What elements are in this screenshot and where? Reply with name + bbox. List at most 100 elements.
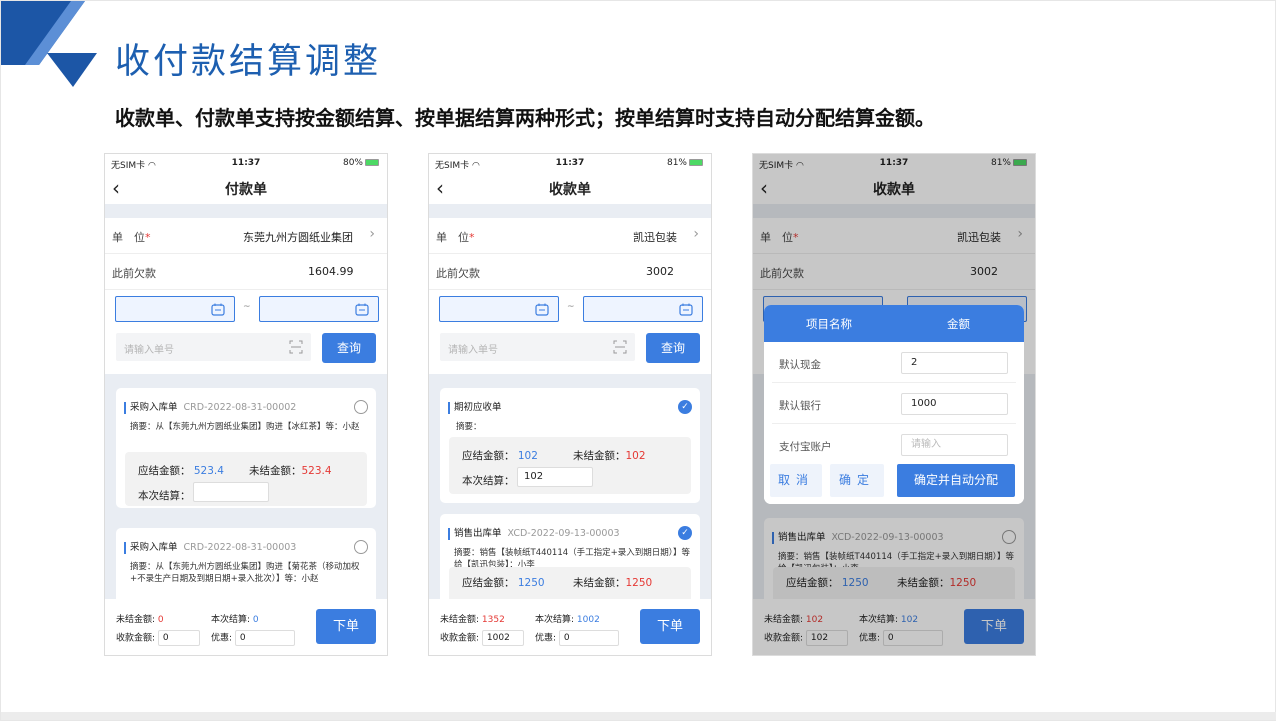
- phone-receipt-dialog: 无SIM卡 ◠ 11:37 81% ‹ 收款单 单 位* 凯迅包装 › 此前欠款…: [752, 153, 1036, 656]
- doc-header: 采购入库单 CRD-2022-08-31-00003: [124, 542, 296, 554]
- search-placeholder: 请输入单号: [124, 345, 174, 356]
- footer-recv: 收款金额: 0: [116, 630, 200, 646]
- footer-bar: 未结金额: 0 本次结算: 0 收款金额: 0 优惠: 0 下单: [105, 599, 387, 655]
- cancel-button[interactable]: 取消: [770, 464, 822, 497]
- scan-icon: [289, 340, 303, 354]
- this-settle-input[interactable]: [193, 482, 269, 502]
- due-amount: 应结金额： 102: [462, 450, 538, 462]
- document-list: 期初应收单 ✓ 摘要： 应结金额： 102 未结金额：102 本次结算： 102…: [429, 374, 711, 599]
- receive-amount-input[interactable]: 0: [157, 630, 200, 646]
- this-settle-input[interactable]: 102: [517, 467, 593, 487]
- calendar-icon: [355, 303, 369, 316]
- document-list: 采购入库单 CRD-2022-08-31-00002 摘要：从【东莞九州方圆纸业集…: [105, 374, 387, 599]
- this-settle-label: 本次结算：: [138, 490, 191, 502]
- divider: [429, 204, 711, 218]
- calendar-icon: [211, 303, 225, 316]
- debt-value: 3002: [646, 265, 674, 278]
- footer-disc: 优惠: 0: [535, 630, 619, 646]
- query-button[interactable]: 查询: [646, 333, 700, 363]
- chevron-right-icon: ›: [369, 226, 375, 242]
- open-amount: 未结金额：523.4: [249, 465, 332, 477]
- unit-value: 凯迅包装: [633, 231, 677, 244]
- checked-icon[interactable]: ✓: [678, 400, 692, 414]
- divider: [105, 204, 387, 218]
- unit-label: 单 位*: [436, 231, 475, 244]
- col-item-name: 项目名称: [806, 317, 852, 331]
- list-item[interactable]: 采购入库单 CRD-2022-08-31-00002 摘要：从【东莞九州方圆纸业集…: [116, 388, 376, 508]
- doc-summary: 摘要：从【东莞九州方圆纸业集团】购进【冰红茶】等：小赵: [130, 422, 360, 432]
- allocation-dialog: 项目名称 金额 默认现金 2 默认银行 1000 支付宝账户 请输入 取消 确定…: [764, 305, 1024, 504]
- select-radio[interactable]: [354, 400, 368, 414]
- discount-input[interactable]: 0: [234, 630, 295, 646]
- discount-input[interactable]: 0: [558, 630, 619, 646]
- doc-header: 采购入库单 CRD-2022-08-31-00002: [124, 402, 296, 414]
- start-date-input[interactable]: [439, 296, 559, 322]
- select-radio[interactable]: [354, 540, 368, 554]
- footer-open: 未结金额: 0: [116, 615, 164, 625]
- amount-box: 应结金额： 523.4 未结金额：523.4 本次结算：: [125, 452, 367, 506]
- page-title: 收款单: [549, 182, 591, 198]
- calendar-icon: [535, 303, 549, 316]
- footer-recv: 收款金额: 1002: [440, 630, 524, 646]
- end-date-input[interactable]: [583, 296, 703, 322]
- navbar: ‹ 付款单: [105, 172, 387, 204]
- calendar-icon: [679, 303, 693, 316]
- search-input[interactable]: 请输入单号: [116, 333, 311, 361]
- end-date-input[interactable]: [259, 296, 379, 322]
- slide-title: 收付款结算调整: [115, 42, 382, 82]
- unit-value: 东莞九州方圆纸业集团: [243, 231, 353, 244]
- status-bar: 无SIM卡 ◠ 11:37 80%: [105, 154, 387, 172]
- dialog-buttons: 取消 确定 确定并自动分配: [764, 462, 1024, 504]
- account-amount-input[interactable]: 1000: [901, 393, 1008, 415]
- submit-button[interactable]: 下单: [640, 609, 700, 644]
- debt-row: 此前欠款 1604.99: [105, 254, 387, 290]
- unit-row[interactable]: 单 位* 东莞九州方圆纸业集团 ›: [105, 218, 387, 254]
- footer-disc: 优惠: 0: [211, 630, 295, 646]
- doc-header: 销售出库单 XCD-2022-09-13-00003: [448, 528, 620, 540]
- submit-button[interactable]: 下单: [316, 609, 376, 644]
- slide: 收付款结算调整 收款单、付款单支持按金额结算、按单据结算两种形式；按单结算时支持…: [0, 0, 1276, 721]
- footer-this: 本次结算: 1002: [535, 615, 600, 625]
- debt-label: 此前欠款: [436, 267, 480, 280]
- checked-icon[interactable]: ✓: [678, 526, 692, 540]
- phone-receipt: 无SIM卡 ◠ 11:37 81% ‹ 收款单 单 位* 凯迅包装 › 此前欠款…: [428, 153, 712, 656]
- col-amount: 金额: [947, 317, 970, 331]
- dialog-header: 项目名称 金额: [764, 305, 1024, 342]
- footer-this: 本次结算: 0: [211, 615, 259, 625]
- start-date-input[interactable]: [115, 296, 235, 322]
- debt-value: 1604.99: [308, 265, 354, 278]
- corner-decoration: [1, 1, 121, 101]
- battery-icon: [365, 159, 379, 166]
- confirm-button[interactable]: 确定: [830, 464, 884, 497]
- search-input[interactable]: 请输入单号: [440, 333, 635, 361]
- filter-area: ~ 请输入单号 查询: [105, 290, 387, 372]
- chevron-right-icon: ›: [693, 226, 699, 242]
- debt-label: 此前欠款: [112, 267, 156, 280]
- status-bar: 无SIM卡 ◠ 11:37 81%: [429, 154, 711, 172]
- amount-box: 应结金额： 102 未结金额：102 本次结算： 102: [449, 437, 691, 494]
- due-amount: 应结金额： 1250: [462, 577, 545, 589]
- list-item[interactable]: 销售出库单 XCD-2022-09-13-00003 ✓ 摘要：销售【装帧纸T44…: [440, 514, 700, 599]
- query-button[interactable]: 查询: [322, 333, 376, 363]
- battery: 81%: [667, 158, 703, 168]
- account-amount-input[interactable]: 请输入: [901, 434, 1008, 456]
- search-placeholder: 请输入单号: [448, 345, 498, 356]
- battery: 80%: [343, 158, 379, 168]
- account-label: 支付宝账户: [779, 441, 832, 453]
- account-label: 默认现金: [779, 359, 821, 371]
- receive-amount-input[interactable]: 1002: [481, 630, 524, 646]
- debt-row: 此前欠款 3002: [429, 254, 711, 290]
- due-amount: 应结金额： 523.4: [138, 465, 224, 477]
- doc-header: 期初应收单: [448, 402, 502, 414]
- date-separator: ~: [567, 302, 575, 312]
- phone-payment: 无SIM卡 ◠ 11:37 80% ‹ 付款单 单 位* 东莞九州方圆纸业集团 …: [104, 153, 388, 656]
- scan-icon: [613, 340, 627, 354]
- page-title: 付款单: [225, 182, 267, 198]
- account-row: 默认银行 1000: [772, 383, 1016, 424]
- list-item[interactable]: 采购入库单 CRD-2022-08-31-00003 摘要：从【东莞九州方圆纸业集…: [116, 528, 376, 599]
- list-item[interactable]: 期初应收单 ✓ 摘要： 应结金额： 102 未结金额：102 本次结算： 102: [440, 388, 700, 503]
- account-amount-input[interactable]: 2: [901, 352, 1008, 374]
- amount-box: 应结金额： 1250 未结金额：1250: [449, 567, 691, 599]
- unit-row[interactable]: 单 位* 凯迅包装 ›: [429, 218, 711, 254]
- confirm-auto-allocate-button[interactable]: 确定并自动分配: [897, 464, 1015, 497]
